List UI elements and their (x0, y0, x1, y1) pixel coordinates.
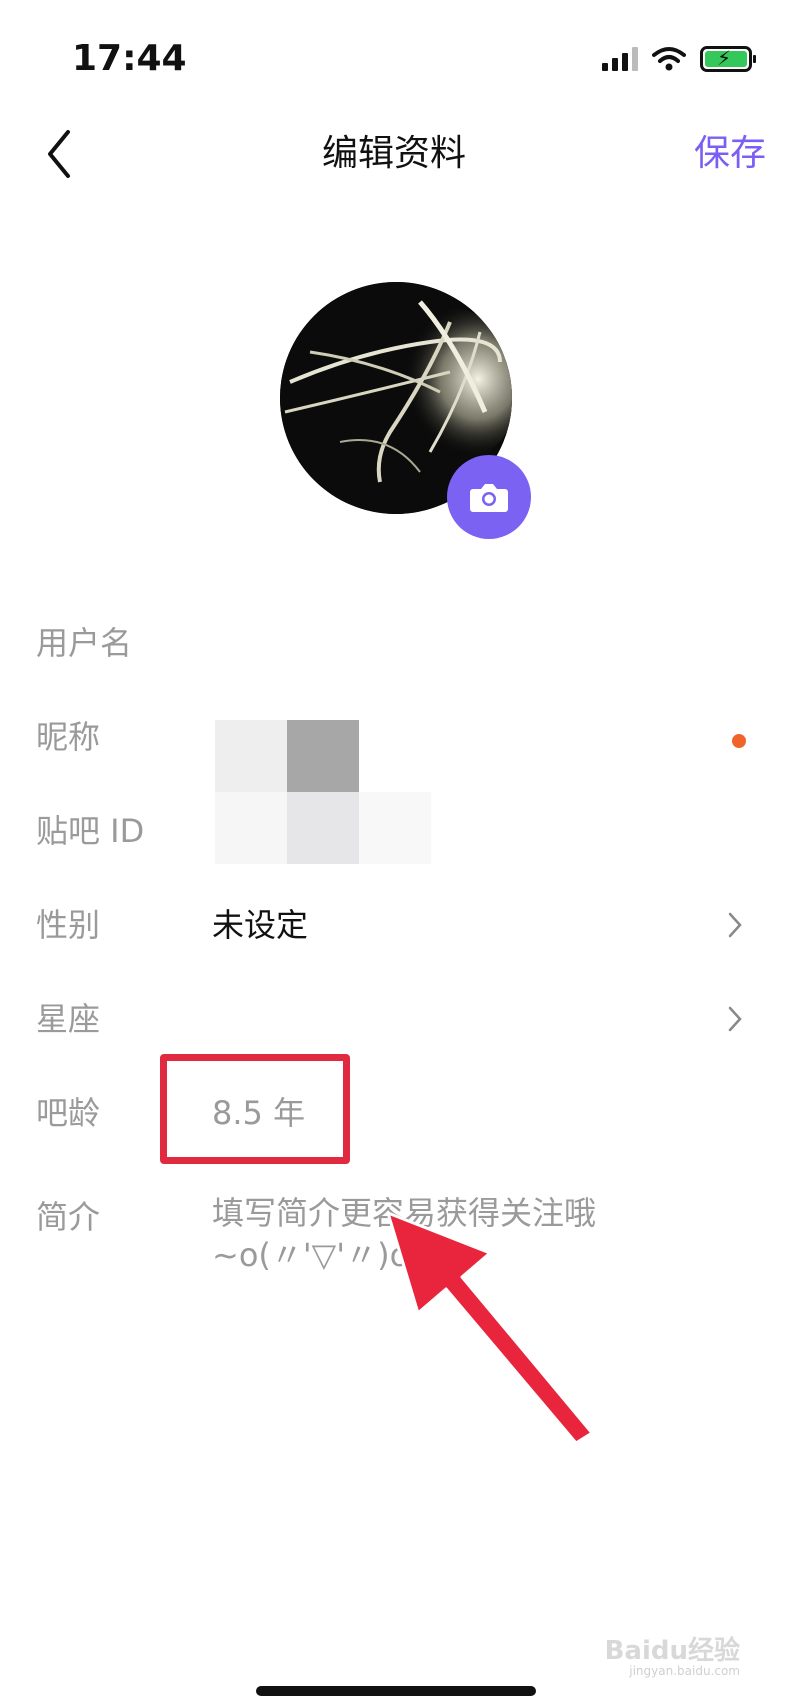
status-time: 17:44 (72, 38, 187, 79)
chevron-right-icon[interactable] (726, 1004, 744, 1034)
page-title: 编辑资料 (321, 133, 466, 174)
constellation-label: 星座 (36, 1000, 101, 1038)
gender-label: 性别 (36, 906, 101, 944)
highlight-box (160, 1054, 350, 1164)
battery-charging-icon: ⚡ (700, 46, 756, 72)
tieba-id-label: 贴吧 ID (36, 812, 145, 850)
nickname-value-mosaic[interactable] (215, 720, 431, 864)
tieba-age-label: 吧龄 (36, 1094, 101, 1132)
change-avatar-button[interactable] (447, 455, 531, 539)
chevron-right-icon[interactable] (726, 910, 744, 940)
home-indicator[interactable] (256, 1686, 536, 1696)
nickname-label: 昵称 (36, 718, 101, 756)
cellular-signal-icon (602, 47, 638, 71)
username-label: 用户名 (36, 624, 133, 662)
status-icons: ⚡ (602, 46, 756, 72)
bio-label: 简介 (36, 1198, 101, 1236)
gender-value[interactable]: 未设定 (212, 900, 308, 946)
save-button[interactable]: 保存 (694, 124, 766, 176)
wifi-icon (652, 47, 686, 71)
camera-icon (470, 484, 508, 512)
watermark-url: jingyan.baidu.com (629, 1664, 740, 1678)
watermark: Baidu经验 (604, 1636, 740, 1666)
notice-dot (732, 734, 746, 748)
annotation-arrow-icon (386, 1211, 594, 1445)
